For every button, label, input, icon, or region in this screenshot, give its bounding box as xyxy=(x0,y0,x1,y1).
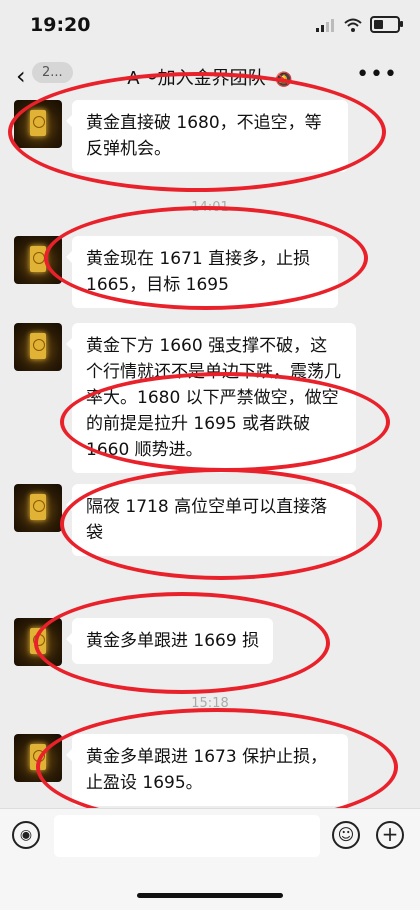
message-bubble[interactable]: 黄金直接破 1680，不追空，等反弹机会。 xyxy=(66,100,348,172)
message-bubble[interactable]: 黄金多单跟进 1673 保护止损，止盈设 1695。 xyxy=(66,734,348,806)
message-item: 隔夜 1718 高位空单可以直接落袋 xyxy=(14,484,356,556)
avatar[interactable] xyxy=(14,618,62,666)
status-time: 19:20 xyxy=(30,14,91,36)
chat-header: ‹ 2... A～加入金界团队 🔕 ••• xyxy=(0,52,420,98)
message-bubble[interactable]: 黄金下方 1660 强支撑不破，这个行情就还不是单边下跌，震荡几率大。1680 … xyxy=(66,323,356,473)
message-item: 黄金多单跟进 1669 损 xyxy=(14,618,274,666)
avatar[interactable] xyxy=(14,734,62,782)
avatar[interactable] xyxy=(14,484,62,532)
avatar[interactable] xyxy=(14,236,62,284)
message-item: 黄金现在 1671 直接多，止损 1665，目标 1695 xyxy=(14,236,338,308)
message-input[interactable] xyxy=(54,815,320,857)
mute-icon: 🔕 xyxy=(275,72,293,88)
message-bubble[interactable]: 隔夜 1718 高位空单可以直接落袋 xyxy=(66,484,356,556)
avatar[interactable] xyxy=(14,100,62,148)
more-options-icon[interactable]: ••• xyxy=(356,62,398,87)
message-timestamp: 14:01 xyxy=(191,200,229,215)
home-indicator xyxy=(137,893,283,898)
more-actions-button[interactable]: + xyxy=(376,821,404,849)
cellular-signal-icon xyxy=(316,18,334,32)
chat-title-text: A～加入金界团队 xyxy=(127,68,266,89)
status-icons xyxy=(316,16,403,33)
battery-icon xyxy=(370,16,403,33)
message-bubble[interactable]: 黄金多单跟进 1669 损 xyxy=(65,618,274,664)
message-item: 黄金下方 1660 强支撑不破，这个行情就还不是单边下跌，震荡几率大。1680 … xyxy=(14,323,356,473)
voice-input-button[interactable]: ◉ xyxy=(12,821,40,849)
message-timestamp: 15:18 xyxy=(191,696,229,711)
emoji-button[interactable]: ☺ xyxy=(332,821,360,849)
message-item: 黄金多单跟进 1673 保护止损，止盈设 1695。 xyxy=(14,734,348,806)
avatar[interactable] xyxy=(14,323,62,371)
message-bubble[interactable]: 黄金现在 1671 直接多，止损 1665，目标 1695 xyxy=(66,236,338,308)
message-item: 黄金直接破 1680，不追空，等反弹机会。 xyxy=(14,100,348,172)
wifi-icon xyxy=(344,18,362,32)
status-bar: 19:20 xyxy=(0,0,420,52)
